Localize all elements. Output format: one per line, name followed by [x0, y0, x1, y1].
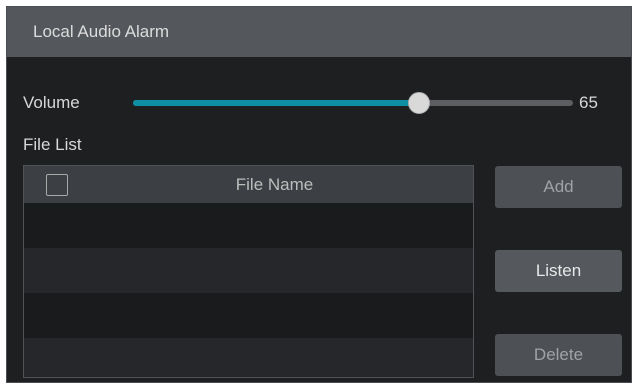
volume-slider-thumb[interactable] — [408, 92, 430, 114]
select-all-checkbox[interactable] — [46, 174, 68, 196]
dialog-titlebar: Local Audio Alarm — [7, 7, 631, 57]
volume-label: Volume — [23, 93, 80, 112]
file-list-header: File Name — [24, 166, 473, 203]
local-audio-alarm-dialog: Local Audio Alarm Volume 65 File List Fi… — [6, 6, 632, 383]
add-button[interactable]: Add — [495, 166, 622, 208]
table-row[interactable] — [24, 203, 473, 248]
table-row[interactable] — [24, 248, 473, 293]
listen-button[interactable]: Listen — [495, 250, 622, 292]
table-row[interactable] — [24, 338, 473, 377]
volume-value: 65 — [579, 93, 598, 112]
file-list-table: File Name — [23, 165, 474, 378]
delete-button[interactable]: Delete — [495, 334, 622, 376]
volume-slider[interactable] — [133, 92, 573, 114]
table-row[interactable] — [24, 293, 473, 338]
dialog-title: Local Audio Alarm — [33, 22, 170, 41]
volume-track-fill — [133, 100, 419, 106]
file-list-label: File List — [23, 135, 82, 154]
file-name-column-header[interactable]: File Name — [76, 175, 473, 195]
